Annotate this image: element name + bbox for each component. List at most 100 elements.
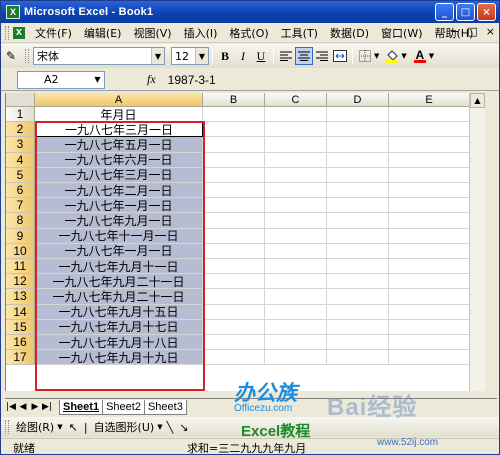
column-header-d[interactable]: D bbox=[327, 93, 389, 107]
column-header-c[interactable]: C bbox=[265, 93, 327, 107]
empty-cell[interactable] bbox=[203, 198, 265, 214]
chevron-down-icon[interactable]: ▼ bbox=[401, 52, 406, 60]
row-header[interactable]: 16 bbox=[6, 335, 35, 351]
empty-cell[interactable] bbox=[389, 243, 470, 259]
formula-input[interactable]: 1987-3-1 bbox=[168, 73, 216, 87]
empty-cell[interactable] bbox=[265, 152, 327, 168]
align-center-icon[interactable] bbox=[295, 47, 313, 65]
vertical-scrollbar[interactable]: ▲ bbox=[469, 93, 485, 391]
close-button[interactable]: × bbox=[477, 3, 496, 21]
empty-cell[interactable] bbox=[327, 335, 389, 351]
empty-cell[interactable] bbox=[265, 319, 327, 335]
menu-data[interactable]: 数据(D) bbox=[324, 25, 375, 41]
empty-cell[interactable] bbox=[389, 183, 470, 199]
select-all-corner[interactable] bbox=[6, 93, 35, 107]
empty-cell[interactable] bbox=[327, 289, 389, 305]
row-header[interactable]: 4 bbox=[6, 152, 35, 168]
empty-cell[interactable] bbox=[389, 274, 470, 290]
empty-cell[interactable] bbox=[265, 335, 327, 351]
align-right-icon[interactable] bbox=[313, 47, 331, 65]
row-header[interactable]: 3 bbox=[6, 137, 35, 153]
excel-icon[interactable]: X bbox=[6, 5, 20, 19]
empty-cell[interactable] bbox=[327, 137, 389, 153]
chevron-down-icon[interactable]: ▼ bbox=[157, 423, 162, 431]
empty-cell[interactable] bbox=[265, 350, 327, 366]
arrow-tool-icon[interactable]: ↘ bbox=[179, 421, 188, 434]
next-sheet-button[interactable]: ▶ bbox=[29, 402, 41, 412]
empty-cell[interactable] bbox=[265, 183, 327, 199]
empty-cell[interactable] bbox=[327, 319, 389, 335]
empty-cell[interactable] bbox=[389, 137, 470, 153]
empty-cell[interactable] bbox=[389, 167, 470, 183]
draw-menu-button[interactable]: 绘图(R) bbox=[16, 419, 54, 435]
previous-sheet-button[interactable]: ◀ bbox=[17, 402, 29, 412]
empty-cell[interactable] bbox=[327, 228, 389, 244]
workbook-restore-button[interactable]: □ bbox=[467, 25, 477, 38]
toolbar-grip-2[interactable] bbox=[25, 49, 29, 63]
row-header[interactable]: 1 bbox=[6, 107, 35, 123]
menu-view[interactable]: 视图(V) bbox=[127, 25, 177, 41]
empty-cell[interactable] bbox=[327, 167, 389, 183]
column-header-b[interactable]: B bbox=[203, 93, 265, 107]
row-header[interactable]: 11 bbox=[6, 259, 35, 275]
chevron-down-icon[interactable]: ▼ bbox=[429, 52, 434, 60]
italic-button[interactable]: I bbox=[234, 47, 252, 65]
empty-cell[interactable] bbox=[265, 274, 327, 290]
empty-cell[interactable] bbox=[327, 152, 389, 168]
empty-cell[interactable] bbox=[389, 304, 470, 320]
empty-cell[interactable] bbox=[265, 304, 327, 320]
line-tool-icon[interactable]: ╲ bbox=[167, 421, 174, 434]
empty-cell[interactable] bbox=[327, 107, 389, 123]
menu-insert[interactable]: 插入(I) bbox=[178, 25, 224, 41]
empty-cell[interactable] bbox=[389, 259, 470, 275]
menu-edit[interactable]: 编辑(E) bbox=[78, 25, 128, 41]
row-header[interactable]: 10 bbox=[6, 243, 35, 259]
empty-cell[interactable] bbox=[203, 213, 265, 229]
empty-cell[interactable] bbox=[389, 122, 470, 138]
empty-cell[interactable] bbox=[203, 304, 265, 320]
toolbar-grip[interactable] bbox=[5, 25, 9, 40]
empty-cell[interactable] bbox=[389, 152, 470, 168]
minimize-button[interactable]: _ bbox=[435, 3, 454, 21]
empty-cell[interactable] bbox=[389, 319, 470, 335]
font-name-combo[interactable]: 宋体 ▼ bbox=[33, 47, 165, 65]
empty-cell[interactable] bbox=[203, 259, 265, 275]
empty-cell[interactable] bbox=[389, 228, 470, 244]
tab-sheet1[interactable]: Sheet1 bbox=[59, 399, 104, 415]
header-cell-a1[interactable]: 年月日 bbox=[35, 107, 203, 123]
toolbar-options-icon[interactable]: ✎ bbox=[1, 46, 21, 66]
font-size-combo[interactable]: 12 ▼ bbox=[171, 47, 209, 65]
empty-cell[interactable] bbox=[265, 122, 327, 138]
row-header[interactable]: 8 bbox=[6, 213, 35, 229]
first-sheet-button[interactable]: |◀ bbox=[5, 402, 17, 412]
empty-cell[interactable] bbox=[203, 243, 265, 259]
empty-cell[interactable] bbox=[389, 213, 470, 229]
empty-cell[interactable] bbox=[203, 335, 265, 351]
empty-cell[interactable] bbox=[203, 228, 265, 244]
empty-cell[interactable] bbox=[265, 137, 327, 153]
insert-function-icon[interactable]: fx bbox=[147, 72, 156, 87]
tab-sheet3[interactable]: Sheet3 bbox=[143, 399, 187, 415]
row-header[interactable]: 13 bbox=[6, 289, 35, 305]
empty-cell[interactable] bbox=[327, 183, 389, 199]
autoshapes-button[interactable]: 自选图形(U) bbox=[94, 419, 155, 435]
maximize-button[interactable]: □ bbox=[456, 3, 475, 21]
empty-cell[interactable] bbox=[265, 289, 327, 305]
menu-window[interactable]: 窗口(W) bbox=[375, 25, 428, 41]
empty-cell[interactable] bbox=[327, 350, 389, 366]
empty-cell[interactable] bbox=[265, 259, 327, 275]
toolbar-grip-3[interactable] bbox=[5, 420, 9, 434]
empty-cell[interactable] bbox=[265, 167, 327, 183]
row-header[interactable]: 7 bbox=[6, 198, 35, 214]
tab-sheet2[interactable]: Sheet2 bbox=[102, 399, 145, 415]
empty-cell[interactable] bbox=[203, 137, 265, 153]
empty-cell[interactable] bbox=[389, 350, 470, 366]
row-header[interactable]: 9 bbox=[6, 228, 35, 244]
borders-icon[interactable] bbox=[356, 47, 374, 65]
underline-button[interactable]: U bbox=[252, 47, 270, 65]
chevron-down-icon[interactable]: ▼ bbox=[374, 52, 379, 60]
empty-cell[interactable] bbox=[203, 167, 265, 183]
row-header[interactable]: 6 bbox=[6, 183, 35, 199]
row-header[interactable]: 17 bbox=[6, 350, 35, 366]
workbook-minimize-button[interactable]: − bbox=[450, 25, 459, 38]
